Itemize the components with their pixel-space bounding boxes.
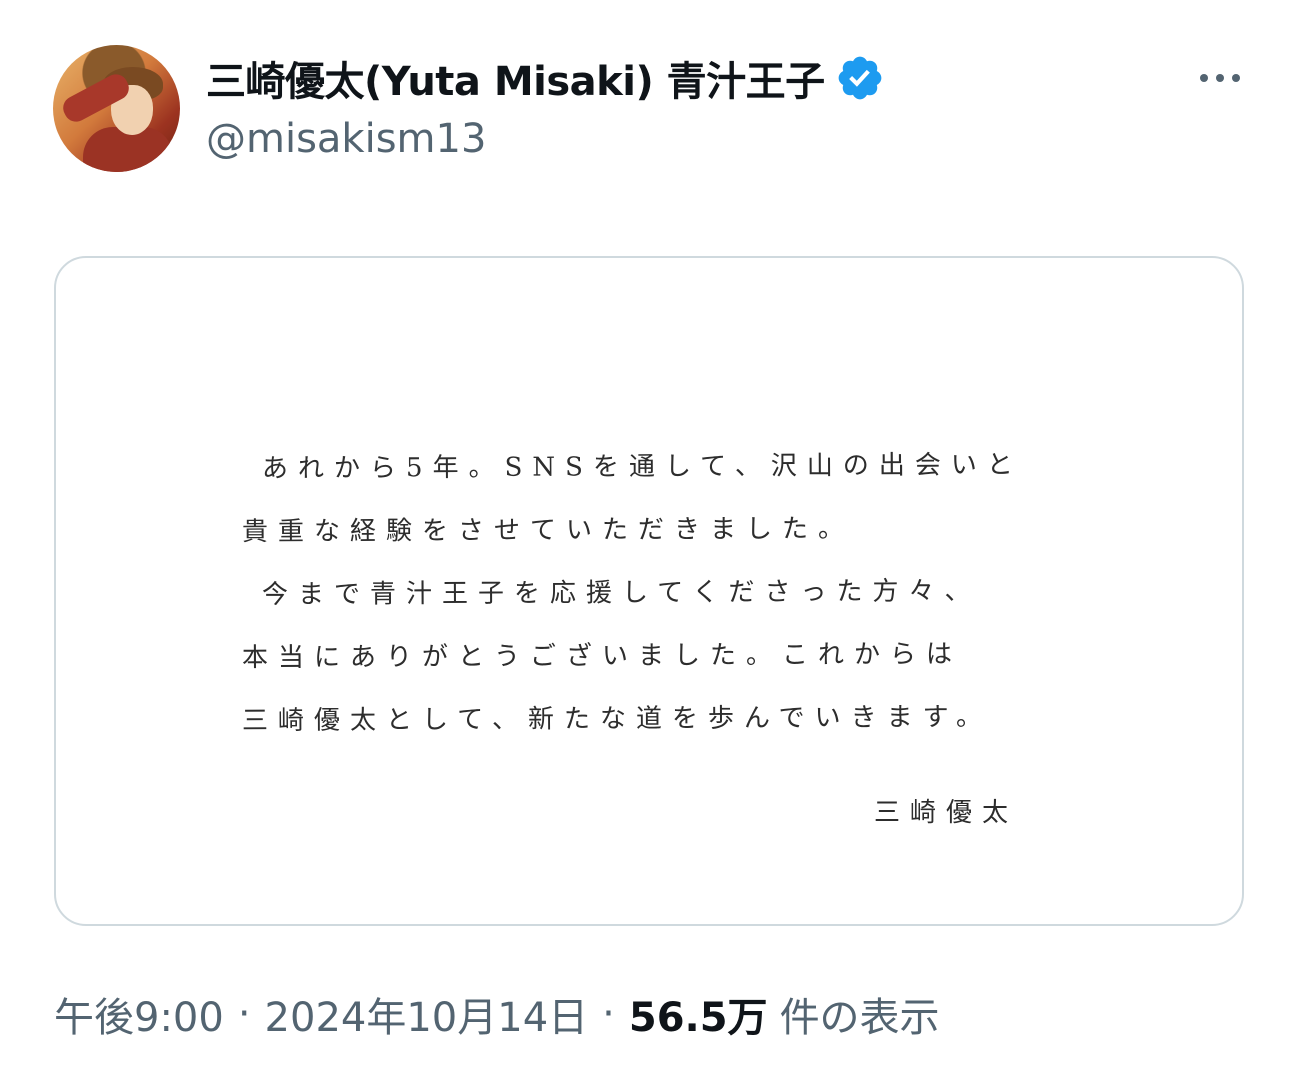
more-dot — [1232, 74, 1240, 82]
post-meta: 午後9:00 · 2024年10月14日 · 56.5万 件の表示 — [54, 986, 940, 1042]
more-dot — [1216, 74, 1224, 82]
author-name-row[interactable]: 三崎優太(Yuta Misaki) 青汁王子 — [206, 48, 885, 108]
letter-line: 今まで青汁王子を応援してくださった方々、 — [261, 576, 981, 611]
views-label: 件の表示 — [779, 995, 940, 1041]
meta-separator: · — [602, 991, 615, 1037]
letter-line: あれから5年。SNSを通して、沢山の出会いと — [261, 450, 1023, 485]
more-horizontal-icon — [1200, 74, 1208, 82]
letter-line: 貴重な経験をさせていただきました。 — [241, 513, 855, 548]
author-handle[interactable]: @misakism13 — [206, 116, 486, 162]
avatar[interactable] — [53, 45, 180, 172]
views-count[interactable]: 56.5万 — [629, 985, 768, 1043]
post-date[interactable]: 2024年10月14日 — [265, 985, 589, 1043]
verified-badge-icon[interactable] — [835, 53, 885, 103]
letter-line: 本当にありがとうございました。これからは — [241, 639, 963, 674]
post-time[interactable]: 午後9:00 — [54, 985, 224, 1043]
letter-line: 三崎優太として、新たな道を歩んでいきます。 — [241, 702, 993, 737]
media-card[interactable]: あれから5年。SNSを通して、沢山の出会いと 貴重な経験をさせていただきました。… — [54, 256, 1244, 926]
more-options-button[interactable] — [1190, 58, 1250, 98]
meta-separator: · — [237, 991, 251, 1037]
letter-signature: 三崎優太 — [874, 798, 1019, 828]
handwritten-letter: あれから5年。SNSを通して、沢山の出会いと 貴重な経験をさせていただきました。… — [242, 436, 1062, 751]
display-name[interactable]: 三崎優太(Yuta Misaki) 青汁王子 — [206, 49, 825, 107]
